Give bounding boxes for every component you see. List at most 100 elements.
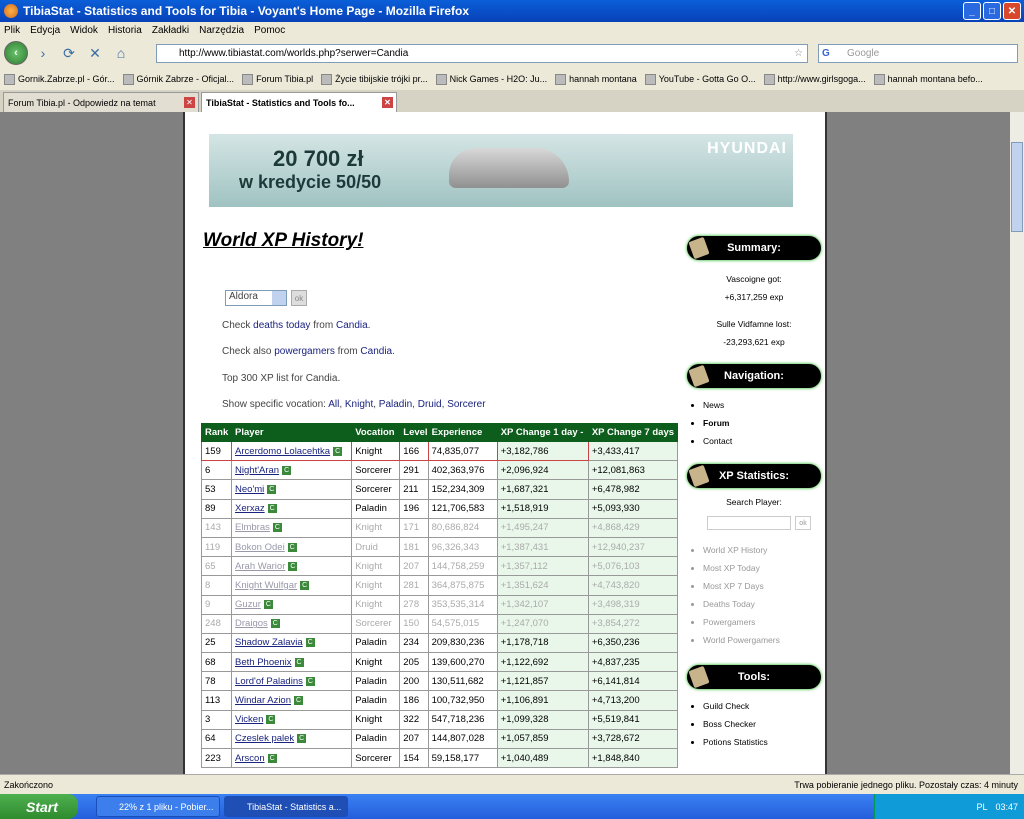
player-link[interactable]: Arcerdomo Lolacehtka bbox=[235, 446, 330, 457]
menu-plik[interactable]: Plik bbox=[4, 25, 20, 36]
maximize-button[interactable]: □ bbox=[983, 2, 1001, 20]
player-link[interactable]: Arscon bbox=[235, 753, 265, 764]
player-link[interactable]: Shadow Zalavia bbox=[235, 637, 303, 648]
player-link[interactable]: Guzur bbox=[235, 599, 261, 610]
search-input[interactable]: G Google bbox=[818, 44, 1018, 63]
bookmark-item[interactable]: Nick Games - H2O: Ju... bbox=[435, 73, 547, 85]
menu-edycja[interactable]: Edycja bbox=[30, 25, 60, 36]
col-xp-7days[interactable]: XP Change 7 days bbox=[587, 423, 679, 442]
col-player[interactable]: Player bbox=[231, 423, 353, 442]
vocation-sorcerer-link[interactable]: Sorcerer bbox=[447, 399, 485, 410]
xp-world-history-link[interactable]: World XP History bbox=[703, 545, 780, 563]
col-vocation[interactable]: Vocation bbox=[351, 423, 401, 442]
character-badge-icon[interactable]: C bbox=[300, 580, 310, 590]
player-search-input[interactable] bbox=[707, 516, 791, 530]
character-badge-icon[interactable]: C bbox=[305, 676, 315, 686]
bookmark-item[interactable]: hannah montana bbox=[555, 73, 637, 85]
vocation-knight-link[interactable]: Knight bbox=[345, 399, 373, 410]
bookmark-item[interactable]: http://www.girlsgoga... bbox=[763, 73, 866, 85]
player-link[interactable]: Night'Aran bbox=[235, 465, 279, 476]
menu-narzedzia[interactable]: Narzędzia bbox=[199, 25, 244, 36]
vocation-paladin-link[interactable]: Paladin bbox=[379, 399, 412, 410]
address-bar[interactable]: http://www.tibiastat.com/worlds.php?serw… bbox=[156, 44, 808, 63]
scrollbar-thumb[interactable] bbox=[1011, 142, 1023, 232]
character-badge-icon[interactable]: C bbox=[266, 715, 276, 725]
character-badge-icon[interactable]: C bbox=[305, 638, 315, 648]
menu-zakladki[interactable]: Zakładki bbox=[152, 25, 189, 36]
col-rank[interactable]: Rank bbox=[200, 423, 233, 442]
player-link[interactable]: Elmbras bbox=[235, 522, 270, 533]
character-badge-icon[interactable]: C bbox=[287, 542, 297, 552]
player-link[interactable]: Neo'mi bbox=[235, 484, 264, 495]
character-badge-icon[interactable]: C bbox=[288, 561, 298, 571]
menu-historia[interactable]: Historia bbox=[108, 25, 142, 36]
back-button[interactable]: ‹ bbox=[4, 41, 28, 65]
reload-icon[interactable]: ⟳ bbox=[58, 42, 80, 64]
taskbar-download-window[interactable]: 22% z 1 pliku - Pobier... bbox=[96, 796, 220, 817]
start-button[interactable]: Start bbox=[0, 794, 78, 819]
forward-button[interactable]: › bbox=[32, 42, 54, 64]
col-xp-1day[interactable]: XP Change 1 day - bbox=[496, 423, 589, 442]
player-link[interactable]: Czeslek palek bbox=[235, 733, 294, 744]
nav-forum[interactable]: Forum bbox=[703, 418, 732, 436]
player-link[interactable]: Knight Wulfgar bbox=[235, 580, 297, 591]
bookmark-item[interactable]: Górnik Zabrze - Oficjal... bbox=[122, 73, 234, 85]
vocation-all-link[interactable]: All bbox=[328, 399, 339, 410]
world-select[interactable]: Aldora bbox=[225, 290, 287, 306]
hyundai-banner[interactable]: 20 700 zł w kredycie 50/50 HYUNDAI bbox=[209, 134, 793, 207]
candia-link[interactable]: Candia bbox=[336, 320, 368, 331]
xp-most-7days-link[interactable]: Most XP 7 Days bbox=[703, 581, 780, 599]
character-badge-icon[interactable]: C bbox=[267, 484, 277, 494]
stop-icon[interactable]: ✕ bbox=[84, 42, 106, 64]
menu-widok[interactable]: Widok bbox=[70, 25, 98, 36]
xp-deaths-today-link[interactable]: Deaths Today bbox=[703, 599, 780, 617]
powergamers-link[interactable]: powergamers bbox=[274, 346, 335, 357]
player-link[interactable]: Beth Phoenix bbox=[235, 657, 292, 668]
tool-potions-statistics-link[interactable]: Potions Statistics bbox=[703, 737, 768, 755]
col-experience[interactable]: Experience bbox=[427, 423, 498, 442]
character-badge-icon[interactable]: C bbox=[270, 619, 280, 629]
player-link[interactable]: Vicken bbox=[235, 714, 263, 725]
tool-guild-check-link[interactable]: Guild Check bbox=[703, 701, 768, 719]
close-tab-icon[interactable]: ✕ bbox=[382, 97, 393, 108]
vertical-scrollbar[interactable] bbox=[1010, 112, 1024, 774]
close-tab-icon[interactable]: ✕ bbox=[184, 97, 195, 108]
character-badge-icon[interactable]: C bbox=[272, 523, 282, 533]
bookmark-item[interactable]: hannah montana befo... bbox=[873, 73, 983, 85]
xp-most-today-link[interactable]: Most XP Today bbox=[703, 563, 780, 581]
close-button[interactable]: ✕ bbox=[1003, 2, 1021, 20]
bookmark-item[interactable]: Forum Tibia.pl bbox=[242, 73, 313, 85]
bookmark-item[interactable]: YouTube - Gotta Go O... bbox=[644, 73, 756, 85]
bookmark-item[interactable]: Życie tibijskie trójki pr... bbox=[321, 73, 428, 85]
bookmark-star-icon[interactable]: ☆ bbox=[794, 48, 803, 59]
player-link[interactable]: Xerxaz bbox=[235, 503, 265, 514]
candia-link[interactable]: Candia bbox=[360, 346, 392, 357]
world-ok-button[interactable]: ok bbox=[291, 290, 307, 306]
player-link[interactable]: Windar Azion bbox=[235, 695, 291, 706]
xp-world-powergamers-link[interactable]: World Powergamers bbox=[703, 635, 780, 653]
tool-boss-checker-link[interactable]: Boss Checker bbox=[703, 719, 768, 737]
vocation-druid-link[interactable]: Druid bbox=[418, 399, 442, 410]
deaths-today-link[interactable]: deaths today bbox=[253, 320, 310, 331]
bookmark-item[interactable]: Gornik.Zabrze.pl - Gór... bbox=[4, 73, 115, 85]
character-badge-icon[interactable]: C bbox=[282, 465, 292, 475]
taskbar-firefox-window[interactable]: TibiaStat - Statistics a... bbox=[224, 796, 348, 817]
window-titlebar[interactable]: TibiaStat - Statistics and Tools for Tib… bbox=[0, 0, 1024, 22]
minimize-button[interactable]: _ bbox=[963, 2, 981, 20]
character-badge-icon[interactable]: C bbox=[294, 696, 304, 706]
player-link[interactable]: Arah Warior bbox=[235, 561, 285, 572]
player-link[interactable]: Lord'of Paladins bbox=[235, 676, 303, 687]
character-badge-icon[interactable]: C bbox=[267, 504, 277, 514]
player-link[interactable]: Draigos bbox=[235, 618, 268, 629]
character-badge-icon[interactable]: C bbox=[297, 734, 307, 744]
character-badge-icon[interactable]: C bbox=[263, 600, 273, 610]
download-status[interactable]: Trwa pobieranie jednego pliku. Pozostały… bbox=[794, 780, 1018, 790]
nav-news[interactable]: News bbox=[703, 400, 732, 418]
tab-tibiastat[interactable]: TibiaStat - Statistics and Tools fo... ✕ bbox=[201, 92, 397, 112]
nav-contact[interactable]: Contact bbox=[703, 436, 732, 454]
character-badge-icon[interactable]: C bbox=[294, 657, 304, 667]
tab-forum[interactable]: Forum Tibia.pl - Odpowiedz na temat ✕ bbox=[3, 92, 199, 112]
player-link[interactable]: Bokon Odei bbox=[235, 542, 285, 553]
character-badge-icon[interactable]: C bbox=[267, 753, 277, 763]
language-indicator[interactable]: PL bbox=[976, 802, 987, 812]
